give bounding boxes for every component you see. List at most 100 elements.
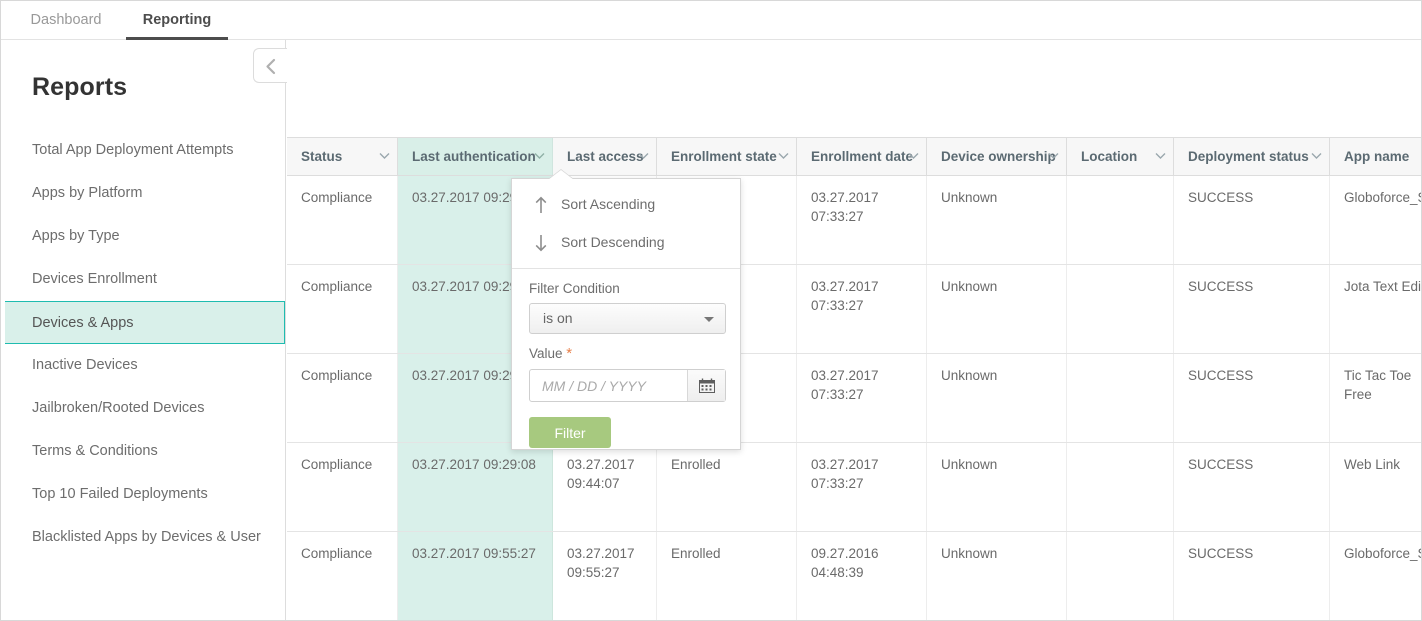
cell-last-authentication: 03.27.2017 09:29:08: [398, 443, 553, 531]
cell-status: Compliance: [287, 532, 398, 620]
chevron-down-icon[interactable]: [908, 152, 919, 161]
popup-arrow: [548, 170, 574, 180]
chevron-left-icon: [254, 58, 287, 75]
devices-apps-table: Status Last authentication Last access E…: [287, 137, 1422, 620]
table-row[interactable]: Compliance 03.27.2017 09:29:08 03.27.201…: [287, 176, 1421, 265]
cell-location: [1067, 265, 1174, 353]
column-header-status[interactable]: Status: [287, 138, 398, 175]
cell-device-ownership: Unknown: [927, 265, 1067, 353]
sort-ascending-label: Sort Ascending: [561, 196, 656, 212]
column-header-label: Enrollment state: [671, 149, 777, 164]
cell-enrollment-date: 03.27.2017 07:33:27: [797, 354, 927, 442]
table-row[interactable]: Compliance 03.27.2017 09:29:08 03.27.201…: [287, 354, 1421, 443]
sidebar-item-top-10-failed-deployments[interactable]: Top 10 Failed Deployments: [1, 473, 285, 516]
column-header-last-authentication[interactable]: Last authentication: [398, 138, 553, 175]
cell-location: [1067, 176, 1174, 264]
cell-enrollment-date: 03.27.2017 07:33:27: [797, 265, 927, 353]
table-row[interactable]: Compliance 03.27.2017 09:29:08 03.27.201…: [287, 265, 1422, 354]
cell-app-name: Tic Tac Toe Free: [1344, 368, 1412, 402]
column-header-app-name[interactable]: App name: [1330, 138, 1421, 175]
top-tab-bar: Dashboard Reporting: [1, 1, 1421, 40]
cell-deployment-status: SUCCESS: [1174, 354, 1330, 442]
sidebar-item-jailbroken-rooted-devices[interactable]: Jailbroken/Rooted Devices: [1, 387, 285, 430]
sidebar-item-devices-and-apps[interactable]: Devices & Apps: [5, 301, 285, 344]
value-label: Value *: [512, 334, 740, 361]
column-header-label: Status: [301, 149, 343, 164]
chevron-down-icon[interactable]: [1048, 152, 1059, 161]
value-date-input[interactable]: [530, 370, 688, 401]
cell-device-ownership: Unknown: [927, 354, 1067, 442]
value-label-text: Value: [529, 346, 563, 361]
cell-device-ownership: Unknown: [927, 532, 1067, 620]
sidebar-item-terms-and-conditions[interactable]: Terms & Conditions: [1, 430, 285, 473]
cell-enrollment-date: 09.27.2016 04:48:39: [797, 532, 927, 620]
column-header-device-ownership[interactable]: Device ownership: [927, 138, 1067, 175]
column-header-label: App name: [1344, 149, 1410, 164]
arrow-up-icon: [534, 196, 554, 214]
chevron-down-icon[interactable]: [778, 152, 789, 161]
cell-location: [1067, 443, 1174, 531]
cell-app-name: Jota Text Editor: [1344, 279, 1422, 294]
cell-app-name: Globoforce_SA: [1344, 190, 1421, 205]
cell-location: [1067, 354, 1174, 442]
sidebar-collapse-button[interactable]: [253, 48, 287, 83]
tab-reporting[interactable]: Reporting: [126, 1, 228, 40]
chevron-down-icon[interactable]: [1155, 152, 1166, 161]
sidebar-item-inactive-devices[interactable]: Inactive Devices: [1, 344, 285, 387]
column-header-enrollment-state[interactable]: Enrollment state: [657, 138, 797, 175]
column-header-label: Last authentication: [412, 149, 536, 164]
column-header-deployment-status[interactable]: Deployment status: [1174, 138, 1330, 175]
reports-nav-list: Total App Deployment Attempts Apps by Pl…: [1, 129, 285, 559]
column-header-label: Enrollment date: [811, 149, 914, 164]
sort-descending-menu-item[interactable]: Sort Descending: [512, 223, 740, 261]
chevron-down-icon[interactable]: [1311, 152, 1322, 161]
filter-apply-button[interactable]: Filter: [529, 417, 611, 448]
cell-enrollment-date: 03.27.2017 07:33:27: [797, 443, 927, 531]
column-header-location[interactable]: Location: [1067, 138, 1174, 175]
calendar-icon: [688, 378, 725, 393]
cell-app-name: Web Link: [1344, 457, 1401, 472]
chevron-down-icon[interactable]: [534, 152, 545, 161]
cell-deployment-status: SUCCESS: [1174, 265, 1330, 353]
cell-deployment-status: SUCCESS: [1174, 532, 1330, 620]
cell-status: Compliance: [287, 176, 398, 264]
chevron-down-icon[interactable]: [379, 152, 390, 161]
cell-status: Compliance: [287, 443, 398, 531]
sidebar-item-total-app-deployment-attempts[interactable]: Total App Deployment Attempts: [1, 129, 285, 172]
filter-condition-select[interactable]: is on: [529, 303, 726, 334]
column-filter-popup: Sort Ascending Sort Descending Filter Co…: [511, 178, 741, 450]
cell-last-access: 03.27.2017 09:44:07: [553, 443, 657, 531]
filter-condition-label: Filter Condition: [529, 281, 620, 296]
sort-descending-label: Sort Descending: [561, 234, 665, 250]
tab-dashboard[interactable]: Dashboard: [21, 1, 111, 40]
report-content-area: Status Last authentication Last access E…: [287, 40, 1422, 620]
table-body: Compliance 03.27.2017 09:29:08 03.27.201…: [287, 176, 1422, 620]
sidebar-item-apps-by-platform[interactable]: Apps by Platform: [1, 172, 285, 215]
calendar-picker-button[interactable]: [687, 370, 725, 401]
table-row[interactable]: Compliance 03.27.2017 09:29:08 03.27.201…: [287, 443, 1421, 532]
sidebar-item-devices-enrollment[interactable]: Devices Enrollment: [1, 258, 285, 301]
caret-down-icon: [704, 317, 714, 322]
cell-enrollment-date: 03.27.2017 07:33:27: [797, 176, 927, 264]
column-header-label: Location: [1081, 149, 1138, 164]
cell-deployment-status: SUCCESS: [1174, 176, 1330, 264]
app-window: Dashboard Reporting Reports Total App De…: [0, 0, 1422, 621]
sort-ascending-menu-item[interactable]: Sort Ascending: [512, 185, 740, 223]
cell-status: Compliance: [287, 265, 398, 353]
cell-device-ownership: Unknown: [927, 443, 1067, 531]
column-header-enrollment-date[interactable]: Enrollment date: [797, 138, 927, 175]
sidebar-item-blacklisted-apps-by-devices-and-user[interactable]: Blacklisted Apps by Devices & User: [1, 516, 285, 559]
table-row[interactable]: Compliance 03.27.2017 09:55:27 03.27.201…: [287, 532, 1421, 620]
cell-location: [1067, 532, 1174, 620]
chevron-down-icon[interactable]: [638, 152, 649, 161]
cell-last-access: 03.27.2017 09:55:27: [553, 532, 657, 620]
cell-last-authentication: 03.27.2017 09:55:27: [398, 532, 553, 620]
sidebar-item-apps-by-type[interactable]: Apps by Type: [1, 215, 285, 258]
cell-app-name: Globoforce_SA: [1344, 546, 1421, 561]
column-header-label: Last access: [567, 149, 644, 164]
cell-enrollment-state: Enrolled: [657, 532, 797, 620]
filter-condition-value: is on: [543, 310, 573, 326]
cell-deployment-status: SUCCESS: [1174, 443, 1330, 531]
cell-status: Compliance: [287, 354, 398, 442]
reports-sidebar: Reports Total App Deployment Attempts Ap…: [1, 40, 286, 620]
